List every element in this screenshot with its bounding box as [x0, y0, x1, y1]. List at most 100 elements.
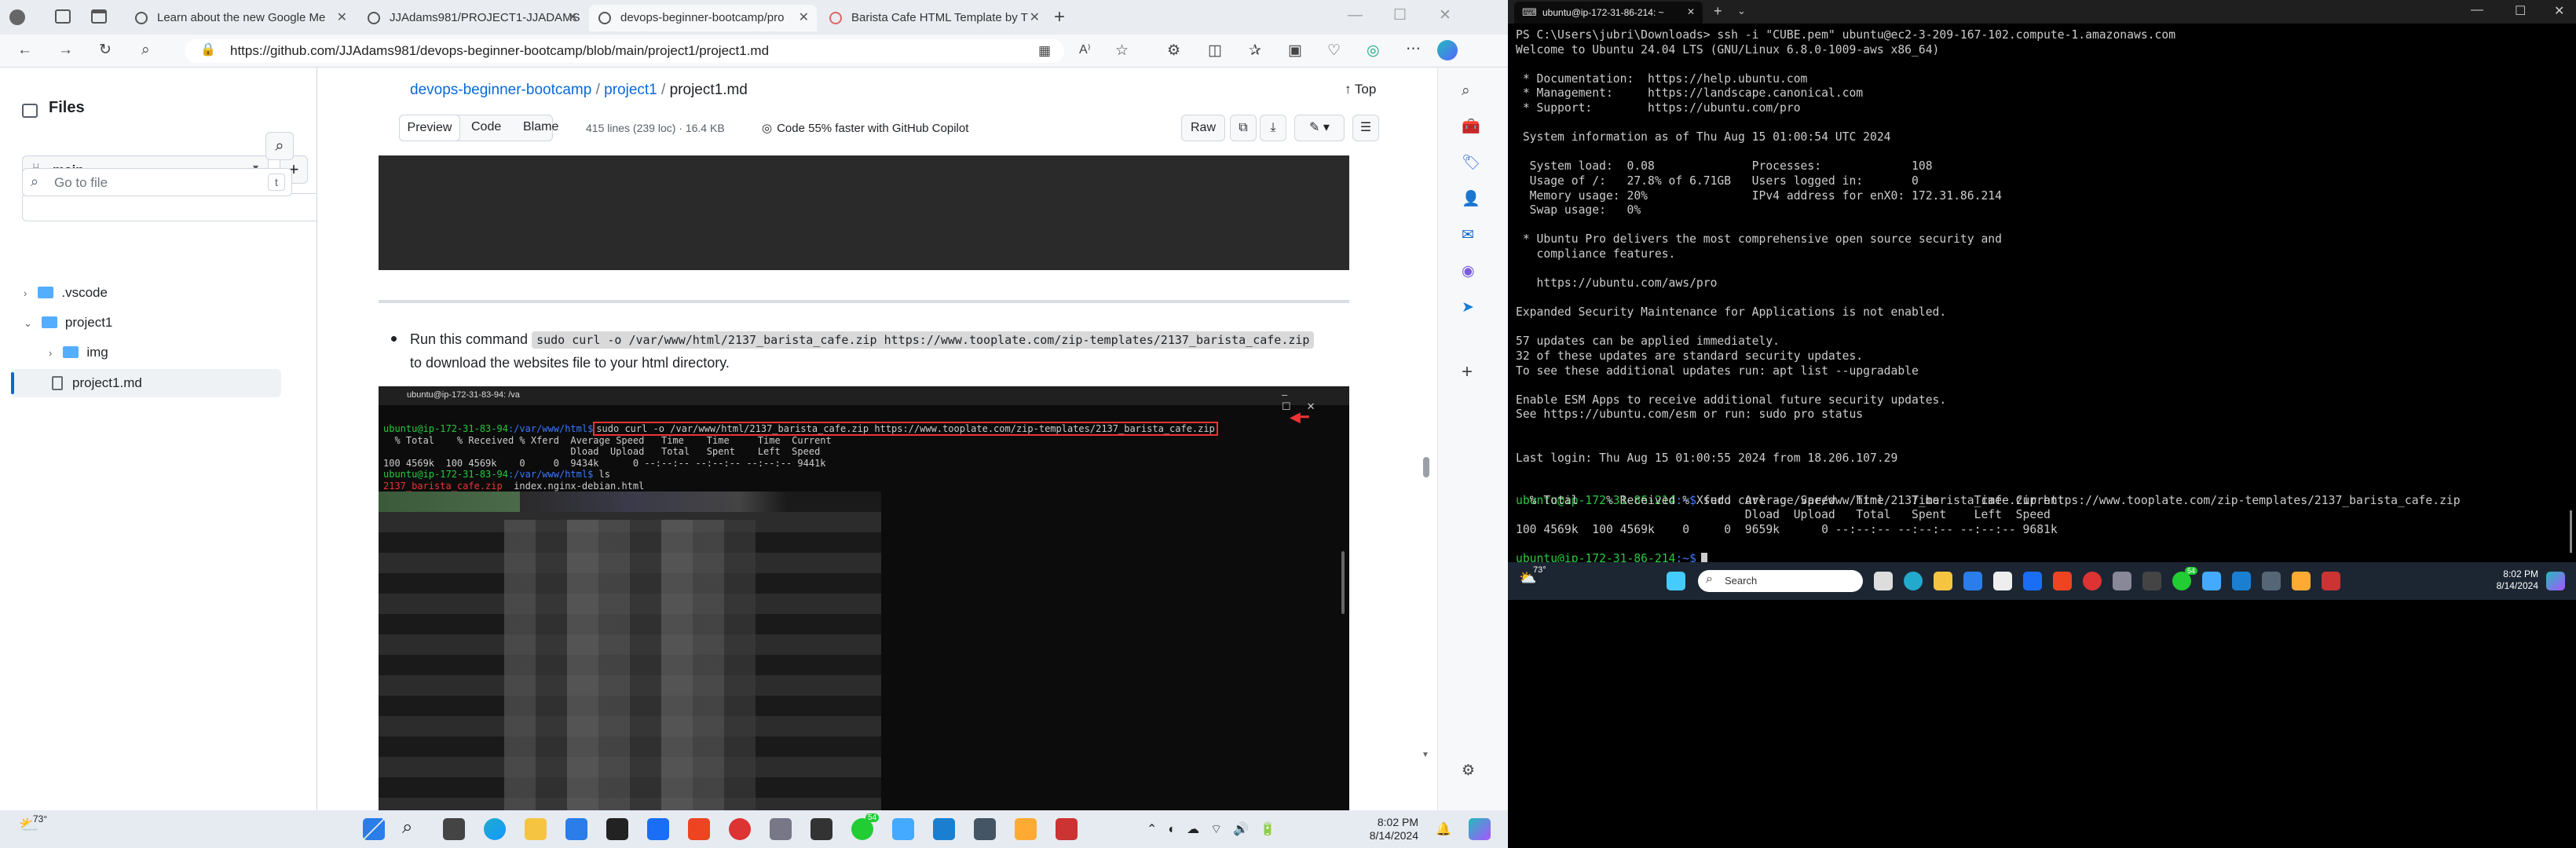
collapse-sidebar-icon[interactable]: [22, 104, 38, 118]
workspaces-icon[interactable]: [55, 9, 71, 24]
terminal-icon[interactable]: [810, 818, 832, 840]
scroll-down-icon[interactable]: ▼: [1422, 751, 1429, 759]
tab-actions-icon[interactable]: [91, 9, 107, 24]
notepad-icon[interactable]: [2202, 572, 2221, 590]
close-tab-icon[interactable]: ✕: [1687, 6, 1695, 17]
store-icon[interactable]: [1963, 572, 1982, 590]
copilot-promo[interactable]: ◎ Code 55% faster with GitHub Copilot: [762, 121, 968, 135]
minimize-icon[interactable]: —: [2471, 3, 2483, 17]
breadcrumb-folder[interactable]: project1: [604, 82, 657, 98]
copilot-sidebar-icon[interactable]: [1437, 40, 1458, 60]
app-red-icon[interactable]: [688, 818, 710, 840]
dropbox-icon[interactable]: [647, 818, 669, 840]
terminal-icon[interactable]: [2142, 572, 2161, 590]
notification-bell-icon[interactable]: 🔔: [1436, 821, 1451, 837]
shopping-icon[interactable]: 🏷: [1462, 155, 1480, 170]
copilot-icon[interactable]: ◎: [1367, 43, 1380, 58]
page-scrollbar-thumb[interactable]: [1423, 457, 1429, 477]
tree-item-img[interactable]: › img: [49, 338, 308, 367]
close-window-icon[interactable]: ✕: [2554, 3, 2564, 19]
tree-item-project1-md[interactable]: project1.md: [11, 369, 281, 397]
tab-google-meet[interactable]: Learn about the new Google Me ✕: [126, 5, 355, 31]
start-icon[interactable]: [363, 818, 385, 840]
top-button[interactable]: ↑ Top: [1345, 82, 1376, 97]
clock[interactable]: 8:02 PM 8/14/2024: [1340, 816, 1418, 843]
url-field[interactable]: 🔒 https://github.com/JJAdams981/devops-b…: [185, 39, 1064, 63]
store-icon[interactable]: [565, 818, 587, 840]
settings-icon[interactable]: [770, 818, 792, 840]
task-view-icon[interactable]: [443, 818, 465, 840]
tab-devops-bootcamp[interactable]: devops-beginner-bootcamp/pro ✕: [589, 5, 817, 31]
search-icon[interactable]: ⌕: [1462, 83, 1470, 98]
clock[interactable]: 8:02 PM 8/14/2024: [2468, 568, 2538, 592]
app-badge-icon[interactable]: [2083, 572, 2102, 590]
raw-button[interactable]: Raw: [1181, 115, 1225, 141]
new-tab-icon[interactable]: +: [1054, 8, 1065, 27]
breadcrumb-repo[interactable]: devops-beginner-bootcamp: [410, 82, 591, 98]
tools-icon[interactable]: 🧰: [1462, 119, 1480, 134]
app-icon[interactable]: ▦: [1038, 44, 1051, 57]
add-app-icon[interactable]: +: [1462, 363, 1473, 382]
vscode-icon[interactable]: [2232, 572, 2251, 590]
forward-icon[interactable]: →: [58, 42, 73, 57]
extensions-icon[interactable]: ⚙: [1167, 43, 1180, 58]
paint-icon[interactable]: [2292, 572, 2311, 590]
taskbar-search[interactable]: ⌕ Search: [1698, 570, 1863, 592]
paint-icon[interactable]: [1015, 818, 1037, 840]
snipping-icon[interactable]: [2322, 572, 2340, 590]
virtualbox-icon[interactable]: [2262, 572, 2281, 590]
settings-icon[interactable]: ⚙: [1462, 763, 1475, 778]
virtualbox-icon[interactable]: [974, 818, 996, 840]
close-tab-icon[interactable]: ✕: [568, 5, 578, 31]
favorite-star-icon[interactable]: ☆: [1115, 43, 1129, 58]
search-icon[interactable]: ⌕: [402, 818, 412, 837]
copilot-taskbar-icon[interactable]: [1469, 818, 1491, 840]
profile-icon[interactable]: [9, 9, 25, 25]
back-icon[interactable]: ←: [17, 42, 32, 57]
outline-button[interactable]: ☰: [1352, 115, 1379, 141]
edge-icon[interactable]: [484, 818, 506, 840]
outlook-icon[interactable]: ✉: [1462, 228, 1474, 243]
snipping-icon[interactable]: [1056, 818, 1078, 840]
tree-item-vscode[interactable]: › .vscode: [24, 278, 283, 308]
terminal-scrollbar[interactable]: [2570, 510, 2572, 553]
close-tab-icon[interactable]: ✕: [799, 5, 809, 31]
edit-file-button[interactable]: ✎ ▾: [1294, 115, 1345, 141]
close-window-icon[interactable]: ✕: [1439, 8, 1451, 23]
goto-file-input[interactable]: [22, 193, 346, 221]
tab-code[interactable]: Code: [471, 120, 501, 134]
amazon-icon[interactable]: [1993, 572, 2012, 590]
terminal-tab[interactable]: ⌨ ubuntu@ip-172-31-86-214: ~ ✕: [1514, 2, 1703, 24]
edge-icon[interactable]: [1904, 572, 1923, 590]
read-aloud-icon[interactable]: A⁾: [1079, 44, 1091, 57]
favorites-icon[interactable]: ✰: [1249, 43, 1261, 58]
tab-dropdown-icon[interactable]: ⌄: [1737, 5, 1746, 17]
download-raw-button[interactable]: ⤓: [1260, 115, 1286, 141]
app-red-icon[interactable]: [2053, 572, 2072, 590]
tree-item-project1[interactable]: ⌄ project1: [24, 308, 283, 338]
search-button[interactable]: ⌕: [265, 132, 294, 160]
collections-icon[interactable]: ▣: [1288, 43, 1302, 58]
maximize-icon[interactable]: ☐: [1393, 8, 1407, 23]
start-icon[interactable]: [1667, 572, 1685, 590]
close-tab-icon[interactable]: ✕: [337, 5, 347, 31]
split-screen-icon[interactable]: ◫: [1208, 43, 1222, 58]
tab-barista-cafe[interactable]: Barista Cafe HTML Template by T ✕: [820, 5, 1048, 31]
settings-icon[interactable]: [2113, 572, 2131, 590]
tab-blame[interactable]: Blame: [523, 120, 558, 134]
copy-raw-button[interactable]: ⧉: [1230, 115, 1257, 141]
copilot-taskbar-icon[interactable]: [2546, 572, 2565, 590]
goto-file-field[interactable]: ⌕ Go to file t: [22, 168, 292, 196]
minimize-icon[interactable]: —: [1348, 8, 1363, 23]
maximize-icon[interactable]: ☐: [2515, 3, 2526, 19]
tray-icons[interactable]: ⌃◐☁⌔🔊🔋: [1147, 821, 1286, 837]
more-menu-icon[interactable]: ⋯: [1406, 42, 1421, 57]
vscode-icon[interactable]: [933, 818, 955, 840]
file-explorer-icon[interactable]: [1934, 572, 1952, 590]
tab-project1-repo[interactable]: JJAdams981/PROJECT1-JJADAMS ✕: [358, 5, 586, 31]
task-view-icon[interactable]: [1874, 572, 1893, 590]
search-icon[interactable]: ⌕: [141, 42, 150, 57]
file-explorer-icon[interactable]: [525, 818, 547, 840]
people-icon[interactable]: 👤: [1462, 192, 1480, 207]
refresh-icon[interactable]: ↻: [99, 42, 112, 57]
